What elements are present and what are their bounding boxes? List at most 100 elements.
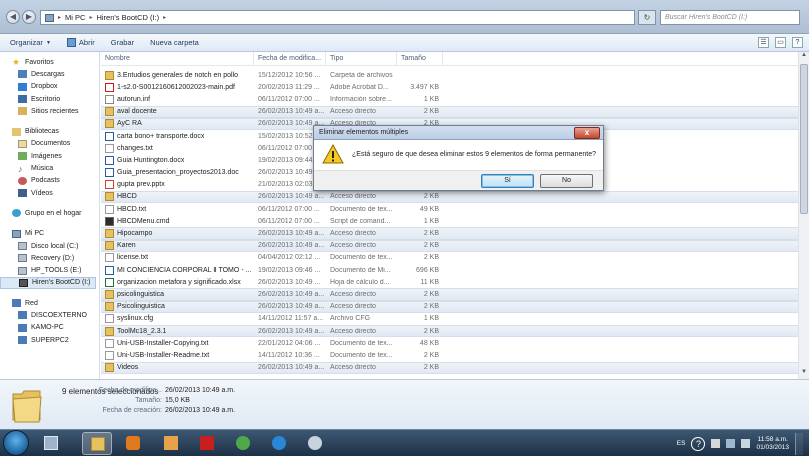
nav-documents[interactable]: Documentos (0, 138, 99, 150)
vertical-scrollbar[interactable]: ▲ ▼ (798, 52, 809, 379)
nav-network-item[interactable]: KAMO-PC (0, 322, 99, 334)
scroll-up-icon[interactable]: ▲ (799, 52, 809, 62)
preview-pane-icon[interactable]: ▭ (775, 37, 786, 48)
file-size: 1 KB (423, 95, 439, 103)
open-button[interactable]: Abrir (66, 38, 95, 47)
language-indicator[interactable]: ES (677, 440, 686, 447)
column-header-date[interactable]: Fecha de modifica... (254, 52, 326, 66)
table-row[interactable]: Uni-USB-Installer-Copying.txt 22/01/2012 … (101, 337, 798, 349)
file-type: Acceso directo (330, 290, 376, 298)
chevron-right-icon: ▸ (163, 15, 167, 21)
file-type: Documento de tex... (330, 254, 393, 262)
back-button[interactable]: ◀ (6, 10, 20, 24)
nav-drive-i[interactable]: Hiren's BootCD (I:) (0, 276, 96, 290)
breadcrumb-item-computer[interactable]: Mi PC (65, 13, 85, 22)
no-button[interactable]: No (540, 174, 593, 188)
table-row[interactable]: ToolMc18_2.3.1 26/02/2013 10:49 a... Acces… (101, 324, 798, 338)
table-row[interactable]: 1-s2.0-S0012160612002023-main.pdf 20/02/2… (101, 81, 798, 93)
clock[interactable]: 11:58 a.m. 01/03/2013 (756, 436, 789, 452)
help-icon[interactable]: ? (792, 37, 803, 48)
nav-homegroup[interactable]: Grupo en el hogar (0, 207, 99, 219)
show-desktop-button[interactable] (795, 432, 803, 455)
cfg-file-icon (105, 314, 114, 324)
yes-button[interactable]: Sí (481, 174, 534, 188)
table-row[interactable]: MI CONCIENCIA CORPORAL Ⅱ TOMO - ... 19/02… (101, 264, 798, 276)
chevron-down-icon: ▼ (45, 39, 51, 46)
volume-icon[interactable] (741, 439, 751, 448)
pdf-file-icon (105, 82, 114, 92)
nav-computer[interactable]: Mi PC (0, 228, 99, 240)
scroll-down-icon[interactable]: ▼ (799, 369, 809, 379)
table-row[interactable]: organizacion metafora y significado.xlsx… (101, 276, 798, 288)
taskbar-app-desktop[interactable] (36, 432, 66, 455)
nav-recent[interactable]: Sitios recientes (0, 105, 99, 117)
nav-label: Bibliotecas (25, 128, 59, 136)
nav-videos[interactable]: Vídeos (0, 187, 99, 199)
table-row[interactable]: Psicolinguistica 26/02/2013 10:49 a... Acc… (101, 300, 798, 313)
column-header-type[interactable]: Tipo (326, 52, 397, 66)
taskbar-app-mail[interactable] (156, 432, 186, 455)
nav-podcasts[interactable]: Podcasts (0, 175, 99, 187)
table-row[interactable]: Uni-USB-Installer-Readme.txt 14/11/2012 1… (101, 349, 798, 361)
table-row[interactable]: Karen 26/02/2013 10:49 a... Acceso directo… (101, 239, 798, 252)
table-row[interactable]: Hipocampo 26/02/2013 10:49 a... Acceso dir… (101, 227, 798, 240)
media-player-icon (126, 436, 140, 450)
nav-music[interactable]: ♪ Música (0, 162, 99, 174)
nav-network[interactable]: Red (0, 297, 99, 309)
table-row[interactable]: license.txt 04/04/2012 02:12 ... Documento… (101, 252, 798, 264)
taskbar-app-explorer[interactable] (82, 432, 112, 455)
nav-libraries[interactable]: Bibliotecas (0, 125, 99, 137)
nav-network-item[interactable]: DISCOEXTERNO (0, 309, 99, 321)
nav-downloads[interactable]: Descargas (0, 68, 99, 80)
cmd-file-icon (105, 216, 114, 226)
taskbar-app-paint[interactable] (300, 432, 330, 455)
column-header-size[interactable]: Tamaño (397, 52, 443, 66)
table-row[interactable]: HBCD 26/02/2013 10:49 a... Acceso directo 2… (101, 190, 798, 204)
nav-dropbox[interactable]: Dropbox (0, 81, 99, 93)
help-icon[interactable]: ? (691, 436, 706, 451)
nav-drive-c[interactable]: Disco local (C:) (0, 240, 99, 252)
breadcrumb-item-drive[interactable]: Hiren's BootCD (I:) (96, 13, 159, 22)
table-row[interactable]: psicolinguistica 26/02/2013 10:49 a... Acc… (101, 288, 798, 301)
breadcrumb[interactable]: ▸ Mi PC ▸ Hiren's BootCD (I:) ▸ (40, 10, 635, 25)
table-row[interactable]: Videos 26/02/2013 10:49 a... Acceso direct… (101, 361, 798, 374)
file-date: 26/02/2013 10:49 a... (258, 327, 325, 335)
file-name-cell: HBCD (101, 192, 254, 202)
search-input[interactable]: Buscar Hiren's BootCD (I:) (660, 10, 800, 25)
drive-icon (18, 254, 27, 263)
table-row[interactable]: HBCDMenu.cmd 06/11/2012 07:00 ... Script d… (101, 215, 798, 227)
nav-favorites[interactable]: ★ Favoritos (0, 56, 99, 68)
forward-button[interactable]: ▶ (22, 10, 36, 24)
detail-value: 26/02/2013 10:49 a.m. (165, 387, 236, 394)
burn-label: Grabar (110, 38, 135, 47)
table-row[interactable]: aval docente 26/02/2013 10:49 a... Acceso … (101, 105, 798, 118)
organize-button[interactable]: Organizar ▼ (10, 38, 51, 47)
start-button[interactable] (3, 430, 29, 456)
dialog-close-button[interactable]: x (574, 127, 600, 139)
nav-network-item[interactable]: SUPERPC2 (0, 334, 99, 346)
nav-drive-d[interactable]: Recovery (D:) (0, 252, 99, 264)
taskbar-app-messenger[interactable] (228, 432, 258, 455)
burn-button[interactable]: Grabar (111, 38, 134, 47)
column-header-name[interactable]: Nombre (101, 52, 254, 66)
nav-pictures[interactable]: Imágenes (0, 150, 99, 162)
scrollbar-thumb[interactable] (800, 64, 808, 214)
table-row[interactable]: HBCD.txt 06/11/2012 07:00 ... Documento de… (101, 203, 798, 215)
taskbar-app-ie[interactable] (264, 432, 294, 455)
doc-file-icon (105, 131, 114, 141)
network-icon[interactable] (726, 439, 736, 448)
file-name: gupta prev.pptx (117, 181, 165, 189)
refresh-button[interactable]: ↻ (638, 10, 656, 25)
table-row[interactable]: 3.Entudios generales de notch en pollo 15… (101, 69, 798, 81)
taskbar-app-acrobat[interactable] (192, 432, 222, 455)
file-type: Carpeta de archivos (330, 71, 393, 79)
nav-desktop[interactable]: Escritorio (0, 93, 99, 105)
flag-icon[interactable] (711, 439, 721, 448)
table-row[interactable]: syslinux.cfg 14/11/2012 11:57 a... Archivo… (101, 313, 798, 325)
view-options-icon[interactable]: ☰ (758, 37, 769, 48)
nav-label: Recovery (D:) (31, 254, 75, 262)
nav-drive-e[interactable]: HP_TOOLS (E:) (0, 264, 99, 276)
new-folder-button[interactable]: Nueva carpeta (150, 38, 199, 47)
table-row[interactable]: autorun.inf 06/11/2012 07:00 ... Informaci… (101, 93, 798, 105)
taskbar-app-media[interactable] (118, 432, 148, 455)
